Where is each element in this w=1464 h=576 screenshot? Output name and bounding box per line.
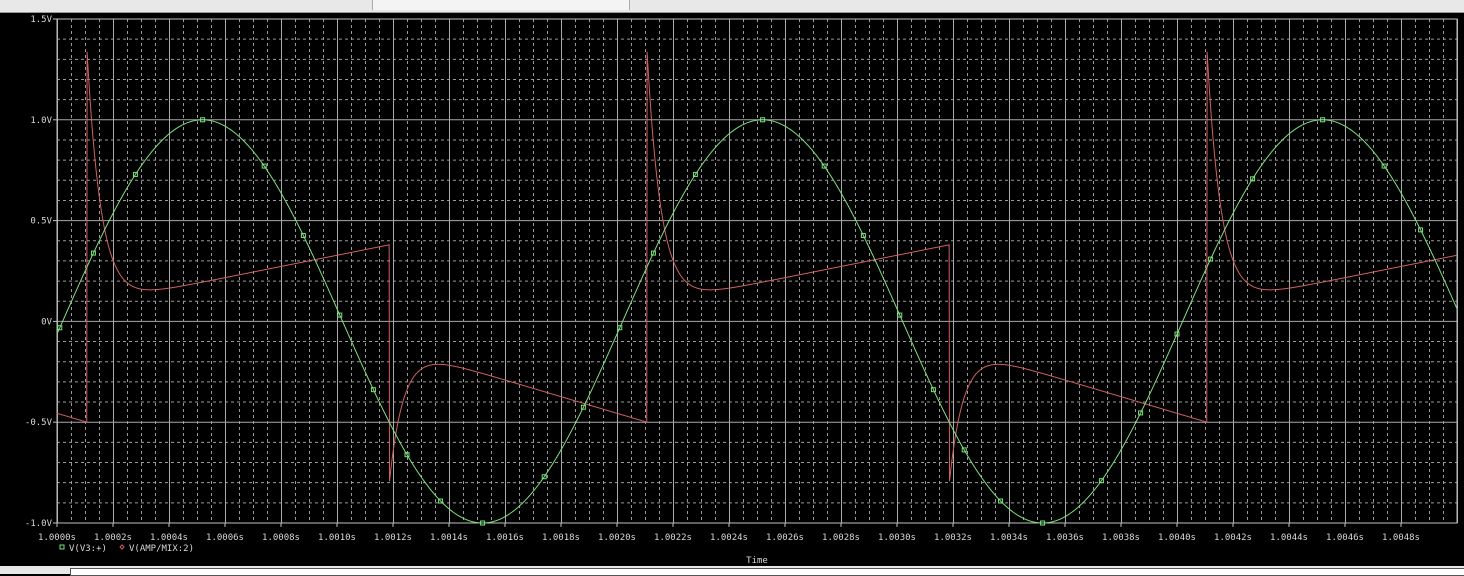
x-tick-label: 1.0012s <box>374 533 412 543</box>
x-tick-label: 1.0026s <box>766 533 804 543</box>
legend-diamond-icon <box>119 544 125 550</box>
y-tick-label: -1.0V <box>25 519 53 529</box>
x-tick-label: 1.0022s <box>654 533 692 543</box>
window-bottom-bar <box>0 566 1464 576</box>
x-tick-label: 1.0000s <box>38 533 76 543</box>
x-tick-label: 1.0002s <box>94 533 132 543</box>
x-tick-label: 1.0034s <box>990 533 1028 543</box>
x-tick-label: 1.0010s <box>318 533 356 543</box>
x-tick-label: 1.0048s <box>1382 533 1420 543</box>
x-tick-label: 1.0028s <box>822 533 860 543</box>
x-tick-label: 1.0024s <box>710 533 748 543</box>
x-tick-label: 1.0042s <box>1214 533 1252 543</box>
x-tick-label: 1.0046s <box>1326 533 1364 543</box>
y-tick-label: 0V <box>41 317 52 327</box>
x-tick-label: 1.0040s <box>1158 533 1196 543</box>
x-tick-label: 1.0008s <box>262 533 300 543</box>
y-tick-label: 1.0V <box>30 116 52 126</box>
x-tick-label: 1.0030s <box>878 533 916 543</box>
x-tick-label: 1.0038s <box>1102 533 1140 543</box>
x-tick-label: 1.0016s <box>486 533 524 543</box>
legend-label-v3: V(V3:+) <box>69 544 107 554</box>
x-tick-label: 1.0004s <box>150 533 188 543</box>
x-axis-label: Time <box>746 556 768 566</box>
y-tick-label: 1.5V <box>30 15 52 25</box>
x-tick-label: 1.0006s <box>206 533 244 543</box>
legend-square-icon <box>59 544 65 550</box>
x-tick-label: 1.0044s <box>1270 533 1308 543</box>
x-tick-label: 1.0014s <box>430 533 468 543</box>
x-tick-label: 1.0036s <box>1046 533 1084 543</box>
probe-plot: 1.5V 1.0V 0.5V 0V -0.5V -1.0V 1.0000s 1.0002s 1.… <box>25 15 1458 566</box>
legend-label-amp-mix: V(AMP/MIX:2) <box>129 544 194 554</box>
x-tick-label: 1.0020s <box>598 533 636 543</box>
y-tick-label: -0.5V <box>25 418 53 428</box>
x-tick-label: 1.0032s <box>934 533 972 543</box>
command-box[interactable] <box>70 568 1464 576</box>
y-tick-label: 0.5V <box>30 217 52 227</box>
x-tick-label: 1.0018s <box>542 533 580 543</box>
